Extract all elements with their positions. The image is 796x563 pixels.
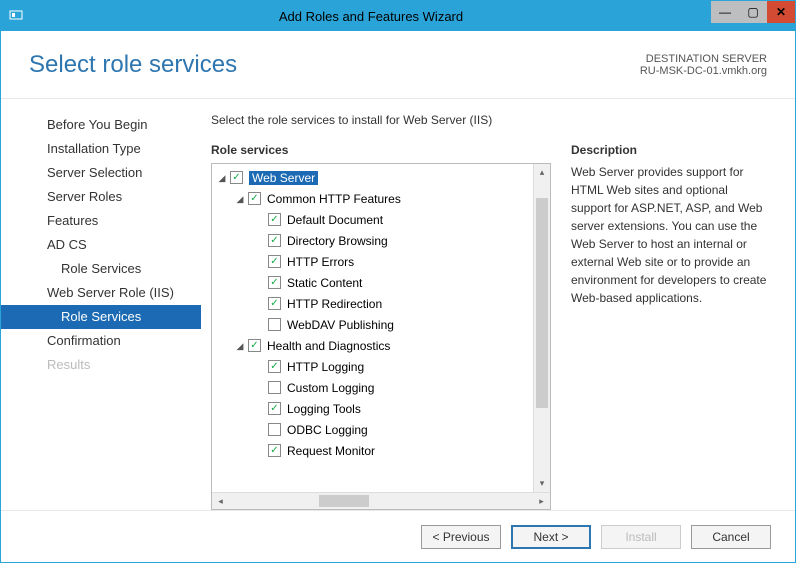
- tree-node-http-errors[interactable]: HTTP Errors: [212, 251, 550, 272]
- tree-label: HTTP Redirection: [287, 297, 382, 311]
- scroll-up-arrow-icon[interactable]: ▴: [534, 164, 550, 181]
- cancel-button[interactable]: Cancel: [691, 525, 771, 549]
- tree-node-odbc-logging[interactable]: ODBC Logging: [212, 419, 550, 440]
- step-before-you-begin[interactable]: Before You Begin: [1, 113, 201, 137]
- tree-node-static-content[interactable]: Static Content: [212, 272, 550, 293]
- hscroll-thumb[interactable]: [319, 495, 369, 507]
- minimize-button[interactable]: —: [711, 1, 739, 23]
- maximize-button[interactable]: ▢: [739, 1, 767, 23]
- role-services-panel: Role services ◢ Web Server ◢ Com: [211, 143, 551, 510]
- expand-icon[interactable]: ◢: [234, 340, 246, 352]
- description-panel: Description Web Server provides support …: [571, 143, 771, 510]
- tree-label: Health and Diagnostics: [267, 339, 390, 353]
- tree-node-common-http[interactable]: ◢ Common HTTP Features: [212, 188, 550, 209]
- tree-node-http-redirection[interactable]: HTTP Redirection: [212, 293, 550, 314]
- tree-label: Web Server: [249, 171, 318, 185]
- wizard-steps: Before You Begin Installation Type Serve…: [1, 99, 201, 510]
- scroll-right-arrow-icon[interactable]: ▸: [533, 496, 550, 507]
- tree-list: ◢ Web Server ◢ Common HTTP Features: [212, 164, 550, 492]
- step-features[interactable]: Features: [1, 209, 201, 233]
- step-results: Results: [1, 353, 201, 377]
- scroll-left-arrow-icon[interactable]: ◂: [212, 496, 229, 507]
- step-web-server-role[interactable]: Web Server Role (IIS): [1, 281, 201, 305]
- step-web-role-services[interactable]: Role Services: [1, 305, 201, 329]
- footer: < Previous Next > Install Cancel: [1, 510, 795, 562]
- hscroll-track[interactable]: [229, 493, 533, 509]
- checkbox[interactable]: [268, 318, 281, 331]
- wizard-window: Add Roles and Features Wizard — ▢ ✕ Sele…: [0, 0, 796, 563]
- checkbox[interactable]: [230, 171, 243, 184]
- window-controls: — ▢ ✕: [711, 9, 795, 23]
- tree-node-webdav[interactable]: WebDAV Publishing: [212, 314, 550, 335]
- checkbox[interactable]: [268, 297, 281, 310]
- tree-node-health-diag[interactable]: ◢ Health and Diagnostics: [212, 335, 550, 356]
- checkbox[interactable]: [268, 381, 281, 394]
- tree-label: Common HTTP Features: [267, 192, 401, 206]
- tree-label: Custom Logging: [287, 381, 374, 395]
- step-ad-cs[interactable]: AD CS: [1, 233, 201, 257]
- checkbox[interactable]: [248, 192, 261, 205]
- scroll-thumb[interactable]: [536, 198, 548, 408]
- vertical-scrollbar[interactable]: ▴ ▾: [533, 164, 550, 492]
- tree-node-logging-tools[interactable]: Logging Tools: [212, 398, 550, 419]
- tree-label: Static Content: [287, 276, 362, 290]
- tree-label: ODBC Logging: [287, 423, 368, 437]
- checkbox[interactable]: [248, 339, 261, 352]
- checkbox[interactable]: [268, 402, 281, 415]
- dest-label: DESTINATION SERVER: [640, 53, 767, 65]
- scroll-down-arrow-icon[interactable]: ▾: [534, 475, 550, 492]
- tree-label: Default Document: [287, 213, 383, 227]
- expand-icon[interactable]: ◢: [216, 172, 228, 184]
- instruction-text: Select the role services to install for …: [211, 113, 771, 127]
- description-text: Web Server provides support for HTML Web…: [571, 163, 771, 307]
- expand-icon[interactable]: ◢: [234, 193, 246, 205]
- main: Before You Begin Installation Type Serve…: [1, 99, 795, 510]
- checkbox[interactable]: [268, 444, 281, 457]
- content: Select the role services to install for …: [201, 99, 795, 510]
- checkbox[interactable]: [268, 255, 281, 268]
- tree-node-http-logging[interactable]: HTTP Logging: [212, 356, 550, 377]
- checkbox[interactable]: [268, 234, 281, 247]
- step-confirmation[interactable]: Confirmation: [1, 329, 201, 353]
- panels: Role services ◢ Web Server ◢ Com: [211, 143, 771, 510]
- tree-label: HTTP Errors: [287, 255, 354, 269]
- tree-node-web-server[interactable]: ◢ Web Server: [212, 167, 550, 188]
- checkbox[interactable]: [268, 276, 281, 289]
- dest-server: RU-MSK-DC-01.vmkh.org: [640, 65, 767, 77]
- tree-node-custom-logging[interactable]: Custom Logging: [212, 377, 550, 398]
- install-button: Install: [601, 525, 681, 549]
- next-button[interactable]: Next >: [511, 525, 591, 549]
- window-title: Add Roles and Features Wizard: [31, 9, 711, 24]
- tree-label: Directory Browsing: [287, 234, 388, 248]
- step-server-roles[interactable]: Server Roles: [1, 185, 201, 209]
- titlebar: Add Roles and Features Wizard — ▢ ✕: [1, 1, 795, 31]
- close-button[interactable]: ✕: [767, 1, 795, 23]
- header: Select role services DESTINATION SERVER …: [1, 31, 795, 99]
- horizontal-scrollbar[interactable]: ◂ ▸: [212, 492, 550, 509]
- checkbox[interactable]: [268, 423, 281, 436]
- previous-button[interactable]: < Previous: [421, 525, 501, 549]
- tree-label: Logging Tools: [287, 402, 361, 416]
- step-server-selection[interactable]: Server Selection: [1, 161, 201, 185]
- checkbox[interactable]: [268, 360, 281, 373]
- app-icon: [1, 8, 31, 25]
- tree-node-directory-browsing[interactable]: Directory Browsing: [212, 230, 550, 251]
- tree-label: HTTP Logging: [287, 360, 364, 374]
- step-ad-cs-role-services[interactable]: Role Services: [1, 257, 201, 281]
- tree-node-request-monitor[interactable]: Request Monitor: [212, 440, 550, 461]
- tree-label: WebDAV Publishing: [287, 318, 394, 332]
- tree-label: Request Monitor: [287, 444, 375, 458]
- tree-node-default-document[interactable]: Default Document: [212, 209, 550, 230]
- page-title: Select role services: [29, 51, 237, 79]
- role-services-tree: ◢ Web Server ◢ Common HTTP Features: [211, 163, 551, 510]
- role-services-heading: Role services: [211, 143, 551, 157]
- checkbox[interactable]: [268, 213, 281, 226]
- destination-info: DESTINATION SERVER RU-MSK-DC-01.vmkh.org: [640, 53, 767, 77]
- step-installation-type[interactable]: Installation Type: [1, 137, 201, 161]
- description-heading: Description: [571, 143, 771, 157]
